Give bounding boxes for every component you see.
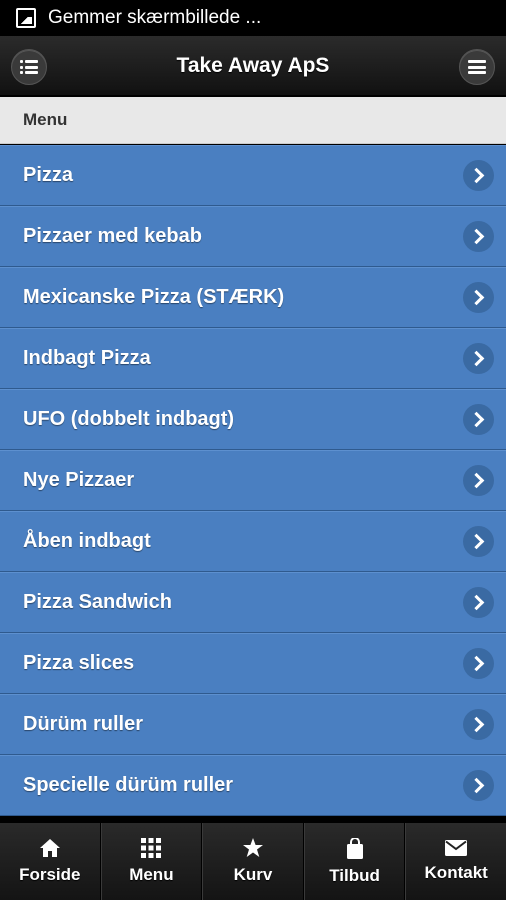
menu-item-nye-pizzaer[interactable]: Nye Pizzaer bbox=[0, 450, 506, 511]
chevron-right-icon bbox=[463, 160, 494, 191]
tab-forside[interactable]: Forside bbox=[0, 823, 101, 900]
section-header: Menu bbox=[0, 97, 506, 144]
menu-item-pizza[interactable]: Pizza bbox=[0, 145, 506, 206]
menu-item-mexicanske-pizza[interactable]: Mexicanske Pizza (STÆRK) bbox=[0, 267, 506, 328]
menu-item-specielle-durum-ruller[interactable]: Specielle dürüm ruller bbox=[0, 755, 506, 816]
menu-item-label: Specielle dürüm ruller bbox=[23, 774, 234, 796]
menu-list: Pizza Pizzaer med kebab Mexicanske Pizza… bbox=[0, 145, 506, 816]
chevron-right-icon bbox=[463, 404, 494, 435]
status-notification: Gemmer skærmbillede ... bbox=[48, 7, 262, 28]
chevron-right-icon bbox=[463, 221, 494, 252]
tab-label: Menu bbox=[129, 865, 174, 884]
bottom-tabbar: Forside Menu Kurv Tilbud Kontakt bbox=[0, 822, 506, 900]
tab-kontakt[interactable]: Kontakt bbox=[405, 823, 506, 900]
menu-item-label: Indbagt Pizza bbox=[23, 347, 151, 369]
tab-label: Forside bbox=[19, 865, 81, 884]
menu-item-pizza-sandwich[interactable]: Pizza Sandwich bbox=[0, 572, 506, 633]
menu-item-label: UFO (dobbelt indbagt) bbox=[23, 408, 235, 430]
grid-icon bbox=[141, 838, 162, 858]
menu-item-label: Pizza bbox=[23, 164, 74, 186]
home-icon bbox=[39, 839, 60, 857]
menu-item-label: Pizzaer med kebab bbox=[23, 225, 202, 247]
menu-item-label: Dürüm ruller bbox=[23, 713, 144, 735]
tab-label: Kurv bbox=[233, 865, 273, 884]
chevron-right-icon bbox=[463, 587, 494, 618]
list-button[interactable] bbox=[11, 49, 47, 85]
chevron-right-icon bbox=[463, 526, 494, 557]
chevron-right-icon bbox=[463, 282, 494, 313]
menu-item-label: Nye Pizzaer bbox=[23, 469, 135, 491]
app-header: Take Away ApS bbox=[0, 36, 506, 96]
menu-item-pizza-slices[interactable]: Pizza slices bbox=[0, 633, 506, 694]
bag-icon bbox=[346, 837, 363, 859]
star-icon bbox=[242, 838, 263, 857]
status-bar: Gemmer skærmbillede ... bbox=[0, 0, 506, 36]
menu-item-pizzaer-med-kebab[interactable]: Pizzaer med kebab bbox=[0, 206, 506, 267]
chevron-right-icon bbox=[463, 343, 494, 374]
screenshot-icon bbox=[16, 8, 36, 28]
tab-menu[interactable]: Menu bbox=[100, 823, 203, 900]
page-title: Take Away ApS bbox=[176, 53, 330, 77]
menu-icon bbox=[468, 60, 486, 74]
list-icon bbox=[20, 60, 38, 74]
menu-item-durum-ruller[interactable]: Dürüm ruller bbox=[0, 694, 506, 755]
tab-kurv[interactable]: Kurv bbox=[202, 823, 304, 900]
menu-item-label: Åben indbagt bbox=[23, 530, 151, 552]
chevron-right-icon bbox=[463, 709, 494, 740]
chevron-right-icon bbox=[463, 770, 494, 801]
menu-button[interactable] bbox=[459, 49, 495, 85]
menu-item-label: Mexicanske Pizza (STÆRK) bbox=[23, 286, 285, 308]
menu-item-indbagt-pizza[interactable]: Indbagt Pizza bbox=[0, 328, 506, 389]
tab-label: Kontakt bbox=[424, 863, 488, 882]
menu-item-label: Pizza slices bbox=[23, 652, 135, 674]
chevron-right-icon bbox=[463, 465, 494, 496]
menu-item-ufo[interactable]: UFO (dobbelt indbagt) bbox=[0, 389, 506, 450]
mail-icon bbox=[445, 840, 468, 856]
tab-label: Tilbud bbox=[329, 865, 380, 885]
chevron-right-icon bbox=[463, 648, 494, 679]
menu-item-aaben-indbagt[interactable]: Åben indbagt bbox=[0, 511, 506, 572]
menu-item-label: Pizza Sandwich bbox=[23, 591, 172, 613]
tab-tilbud[interactable]: Tilbud bbox=[303, 823, 406, 900]
